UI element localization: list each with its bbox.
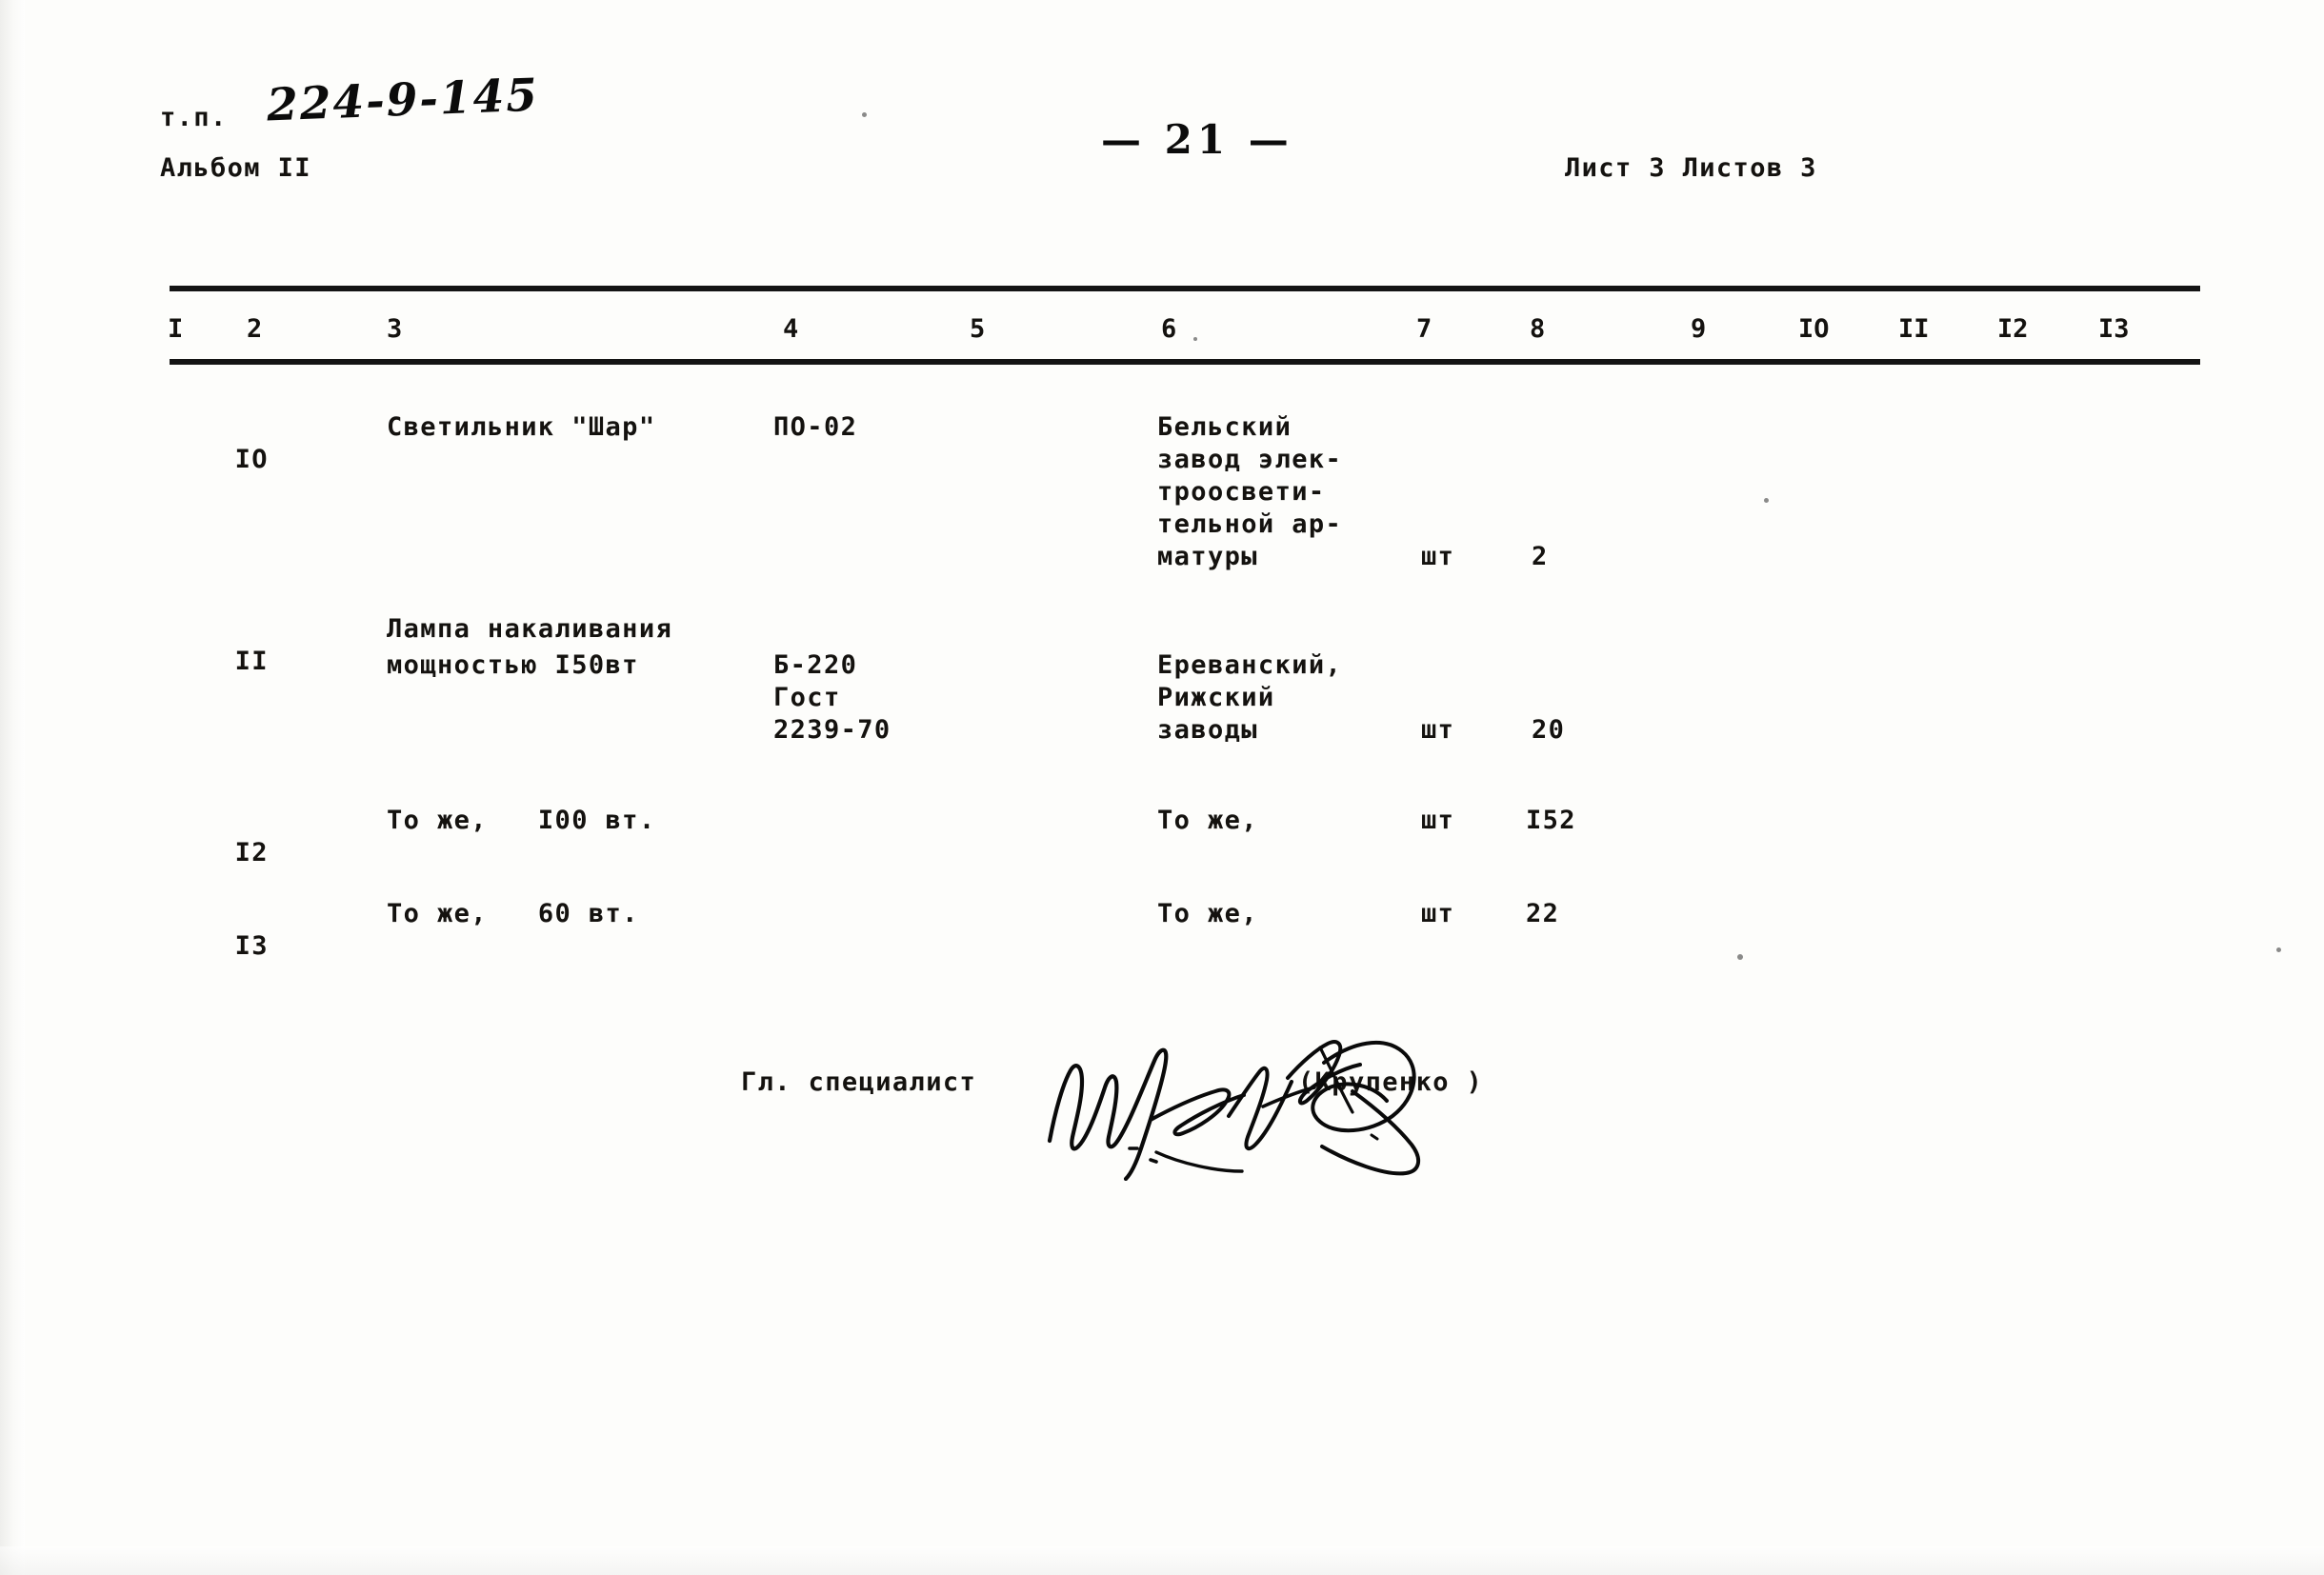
row-manufacturer-line: Ереванский, — [1157, 650, 1343, 680]
row-position: II — [234, 647, 269, 676]
column-number-13: I3 — [2098, 314, 2130, 344]
row-item-type: Б-220 — [773, 650, 858, 680]
row-item-type: ПО-02 — [773, 412, 858, 442]
column-number-9: 9 — [1691, 314, 1707, 344]
scan-edge-shading-bottom — [0, 1546, 2324, 1575]
column-number-7: 7 — [1416, 314, 1432, 344]
signature-scrawl-icon — [1047, 1040, 1421, 1182]
scan-edge-shading-left — [0, 0, 25, 1575]
scan-speck — [1737, 954, 1743, 960]
sheet-info: Лист 3 Листов 3 — [1565, 153, 1817, 183]
row-manufacturer-line: Рижский — [1157, 683, 1275, 712]
row-item-type-extra: 2239-70 — [773, 715, 892, 745]
row-manufacturer-line: То же, — [1157, 806, 1258, 835]
project-type-label: т.п. — [160, 103, 228, 132]
table-rule-below-colnums — [170, 359, 2200, 365]
scan-speck — [862, 112, 867, 117]
column-number-5: 5 — [970, 314, 986, 344]
table-row: I2 — [168, 805, 269, 902]
table-rule-top — [170, 286, 2200, 291]
row-position: IO — [234, 445, 269, 474]
row-item-type-extra: Гост — [773, 683, 841, 712]
column-number-1: I — [168, 314, 184, 344]
row-item-name-line2: мощностью I50вт — [387, 650, 639, 680]
row-item-name: Светильник "Шар" — [387, 412, 656, 442]
column-number-11: II — [1898, 314, 1930, 344]
row-unit: шт — [1421, 806, 1455, 835]
column-number-3: 3 — [387, 314, 403, 344]
table-row: IO — [168, 411, 269, 508]
row-unit: шт — [1421, 715, 1455, 745]
row-quantity: 2 — [1532, 542, 1549, 571]
row-position: I3 — [234, 931, 269, 961]
row-manufacturer-line: заводы — [1157, 715, 1258, 745]
project-number-handwritten: 224-9-145 — [266, 69, 540, 132]
handwritten-signature — [1038, 1028, 1476, 1182]
column-number-2: 2 — [247, 314, 263, 344]
row-item-name: Лампа накаливания — [387, 614, 673, 644]
scan-speck — [1764, 498, 1769, 503]
row-manufacturer-line: троосвети- — [1157, 477, 1326, 507]
document-page: т.п. 224-9-145 Альбом II — 21 — Лист 3 Л… — [0, 0, 2324, 1575]
row-quantity: 20 — [1532, 715, 1566, 745]
table-row: I3 — [168, 898, 269, 995]
row-manufacturer-line: Бельский — [1157, 412, 1292, 442]
row-manufacturer-line: тельной ар- — [1157, 509, 1343, 539]
column-number-10: IO — [1798, 314, 1830, 344]
album-label: Альбом II — [160, 153, 311, 183]
column-number-12: I2 — [1997, 314, 2029, 344]
row-manufacturer-line: завод элек- — [1157, 445, 1343, 474]
row-item-name: То же, 60 вт. — [387, 899, 639, 928]
signature-role-label: Гл. специалист — [741, 1067, 977, 1097]
column-number-8: 8 — [1530, 314, 1546, 344]
row-unit: шт — [1421, 542, 1455, 571]
table-row: II — [168, 613, 269, 710]
column-number-6: 6 — [1161, 314, 1177, 344]
row-manufacturer-line: То же, — [1157, 899, 1258, 928]
page-number-handwritten: — 21 — — [1101, 116, 1293, 163]
row-position: I2 — [234, 838, 269, 867]
row-manufacturer-line: матуры — [1157, 542, 1258, 571]
scan-speck — [1193, 337, 1197, 341]
row-quantity: I52 — [1526, 806, 1576, 835]
scan-speck — [2276, 947, 2281, 952]
row-quantity: 22 — [1526, 899, 1560, 928]
row-unit: шт — [1421, 899, 1455, 928]
row-item-name: То же, I00 вт. — [387, 806, 656, 835]
signature-name-parenthetical: (Крупенко ) — [1298, 1067, 1484, 1097]
column-number-4: 4 — [783, 314, 799, 344]
